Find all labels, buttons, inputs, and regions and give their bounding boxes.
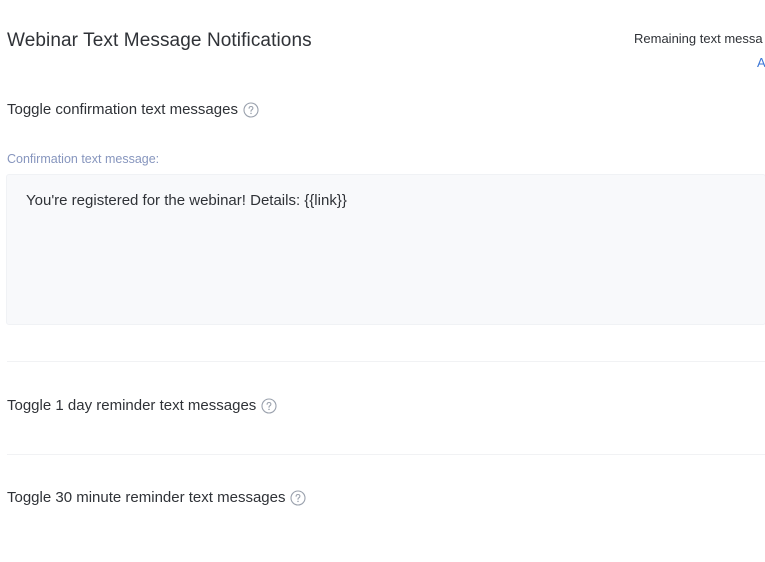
confirmation-message-textarea[interactable]: You're registered for the webinar! Detai… [6,174,765,325]
confirmation-message-label: Confirmation text message: [7,152,160,166]
toggle-1-day-reminder-text-messages[interactable]: Toggle 1 day reminder text messages [7,397,277,414]
help-icon[interactable] [243,101,259,118]
help-icon[interactable] [290,489,307,506]
help-icon[interactable] [261,397,277,414]
section-divider [7,454,765,455]
toggle-1-day-reminder-label: Toggle 1 day reminder text messages [7,397,257,414]
toggle-30-minute-reminder-label: Toggle 30 minute reminder text messages [7,489,286,506]
toggle-confirmation-label: Toggle confirmation text messages [7,101,238,118]
page-title: Webinar Text Message Notifications [7,30,312,51]
toggle-30-minute-reminder-text-messages[interactable]: Toggle 30 minute reminder text messages [7,489,307,506]
remaining-text-messages-link[interactable]: A [757,55,765,70]
toggle-confirmation-text-messages[interactable]: Toggle confirmation text messages [7,101,259,118]
remaining-text-messages-label: Remaining text messa [634,31,763,46]
section-divider [7,361,765,362]
